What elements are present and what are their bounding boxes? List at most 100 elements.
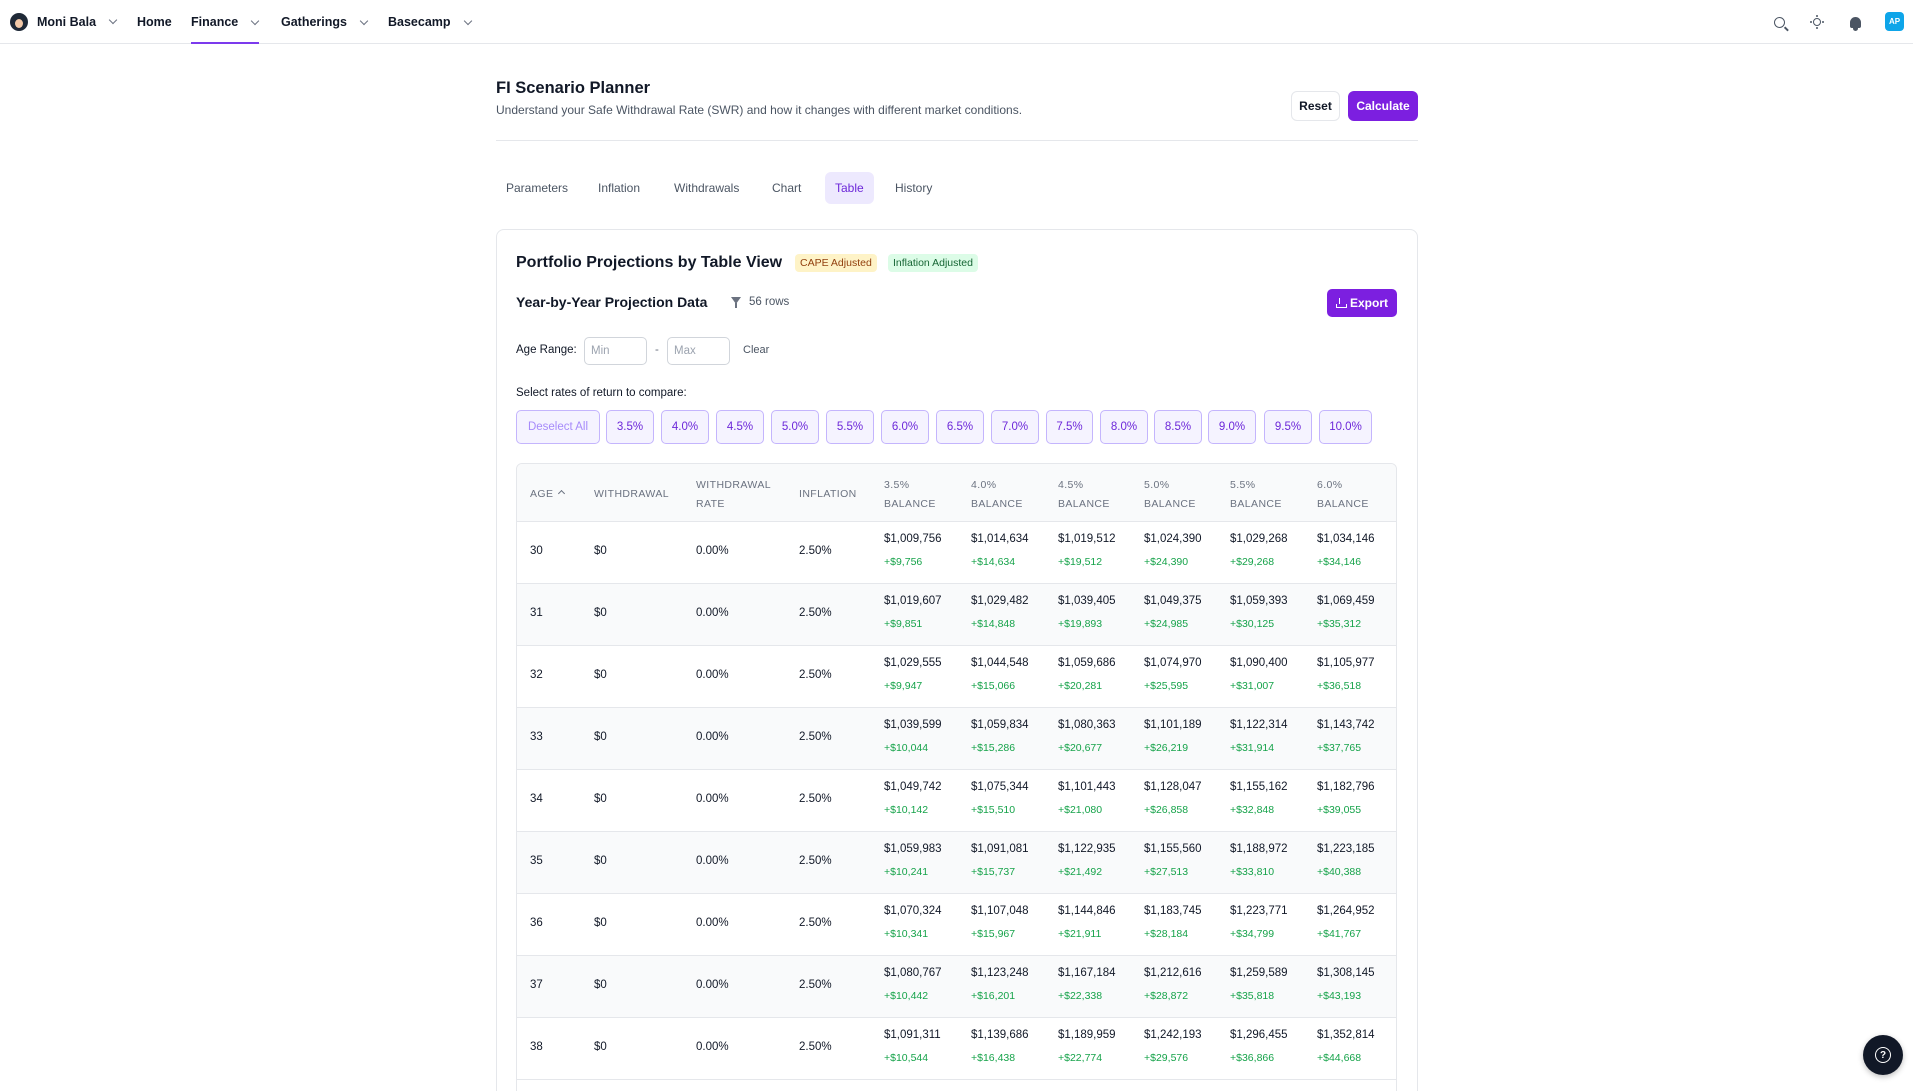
- withdrawal-cell: $0: [594, 545, 607, 557]
- tab-history[interactable]: History: [885, 172, 942, 204]
- balance-cell: $1,139,686: [971, 1029, 1029, 1041]
- tab-inflation[interactable]: Inflation: [588, 172, 650, 204]
- chevron-down-icon: [359, 16, 369, 25]
- inflation-cell: 2.50%: [799, 545, 832, 557]
- column-header-balance-4-0: 4.0% BALANCE: [971, 476, 1023, 514]
- age-cell: 37: [530, 979, 543, 991]
- withdrawal-cell: $0: [594, 979, 607, 991]
- balance-cell: $1,091,081: [971, 843, 1029, 855]
- column-header-balance-6-0: 6.0% BALANCE: [1317, 476, 1369, 514]
- balance-change: +$21,492: [1058, 866, 1103, 878]
- column-header-line: BALANCE: [1230, 498, 1282, 510]
- sun-icon: [1813, 18, 1821, 26]
- deselect-all-button[interactable]: Deselect All: [516, 410, 600, 444]
- column-header-line: BALANCE: [1144, 498, 1196, 510]
- balance-change: +$33,810: [1230, 866, 1275, 878]
- rate-toggle-4-0[interactable]: 4.0%: [661, 410, 709, 444]
- balance-cell: $1,308,145: [1317, 967, 1375, 979]
- balance-cell: $1,014,634: [971, 533, 1029, 545]
- balance-cell: $1,188,972: [1230, 843, 1288, 855]
- inflation-cell: 2.50%: [799, 917, 832, 929]
- balance-cell: $1,101,189: [1144, 719, 1202, 731]
- balance-cell: $1,059,983: [884, 843, 942, 855]
- help-button[interactable]: ?: [1863, 1035, 1903, 1075]
- rate-toggle-4-5[interactable]: 4.5%: [716, 410, 764, 444]
- column-header-line: BALANCE: [1317, 498, 1369, 510]
- rate-toggle-10-0[interactable]: 10.0%: [1319, 410, 1372, 444]
- balance-cell: $1,019,512: [1058, 533, 1116, 545]
- balance-change: +$44,668: [1317, 1052, 1362, 1064]
- rate-toggle-3-5[interactable]: 3.5%: [606, 410, 654, 444]
- rate-toggle-6-5[interactable]: 6.5%: [936, 410, 984, 444]
- age-min-input[interactable]: [584, 337, 647, 365]
- balance-change: +$21,080: [1058, 804, 1103, 816]
- rate-toggle-9-5[interactable]: 9.5%: [1264, 410, 1312, 444]
- tab-table[interactable]: Table: [825, 172, 874, 204]
- balance-change: +$32,848: [1230, 804, 1275, 816]
- export-button[interactable]: Export: [1327, 289, 1397, 317]
- balance-cell: $1,075,344: [971, 781, 1029, 793]
- balance-cell: $1,122,935: [1058, 843, 1116, 855]
- balance-cell: $1,167,184: [1058, 967, 1116, 979]
- withdrawal-cell: $0: [594, 731, 607, 743]
- tab-chart[interactable]: Chart: [762, 172, 811, 204]
- balance-cell: $1,059,834: [971, 719, 1029, 731]
- nav-item-gatherings[interactable]: Gatherings: [281, 0, 369, 44]
- nav-item-home[interactable]: Home: [137, 0, 172, 44]
- balance-cell: $1,223,771: [1230, 905, 1288, 917]
- column-header-withdrawal: WITHDRAWAL: [594, 488, 669, 500]
- balance-change: +$15,066: [971, 680, 1016, 692]
- column-header-age[interactable]: AGE: [530, 485, 566, 504]
- balance-cell: $1,105,977: [1317, 657, 1375, 669]
- tab-parameters[interactable]: Parameters: [496, 172, 578, 204]
- rate-toggle-6-0[interactable]: 6.0%: [881, 410, 929, 444]
- balance-cell: $1,264,952: [1317, 905, 1375, 917]
- reset-button[interactable]: Reset: [1291, 91, 1340, 121]
- user-avatar[interactable]: AP: [1885, 12, 1904, 31]
- table-row: 32 $0 0.00% 2.50% $1,029,555 +$9,947 $1,044,54…: [517, 646, 1396, 708]
- notifications-button[interactable]: [1846, 13, 1864, 31]
- rate-toggle-5-0[interactable]: 5.0%: [771, 410, 819, 444]
- page-title: FI Scenario Planner: [496, 79, 651, 97]
- balance-cell: $1,049,375: [1144, 595, 1202, 607]
- withdrawal-rate-cell: 0.00%: [696, 793, 729, 805]
- search-button[interactable]: [1770, 13, 1788, 31]
- nav-item-finance[interactable]: Finance: [191, 0, 260, 44]
- balance-cell: $1,143,742: [1317, 719, 1375, 731]
- column-header-line: BALANCE: [884, 498, 936, 510]
- rate-toggle-9-0[interactable]: 9.0%: [1208, 410, 1256, 444]
- balance-change: +$31,914: [1230, 742, 1275, 754]
- tab-withdrawals[interactable]: Withdrawals: [664, 172, 749, 204]
- user-name: Moni Bala: [37, 14, 97, 29]
- balance-change: +$25,595: [1144, 680, 1189, 692]
- withdrawal-rate-cell: 0.00%: [696, 669, 729, 681]
- balance-change: +$9,947: [884, 680, 923, 692]
- rate-toggle-7-0[interactable]: 7.0%: [991, 410, 1039, 444]
- balance-change: +$41,767: [1317, 928, 1362, 940]
- user-menu[interactable]: Moni Bala: [10, 12, 118, 31]
- age-range-label: Age Range:: [516, 344, 577, 356]
- balance-cell: $1,069,459: [1317, 595, 1375, 607]
- balance-change: +$29,576: [1144, 1052, 1189, 1064]
- column-header-balance-5-0: 5.0% BALANCE: [1144, 476, 1196, 514]
- column-header-balance-5-5: 5.5% BALANCE: [1230, 476, 1282, 514]
- balance-cell: $1,223,185: [1317, 843, 1375, 855]
- inflation-cell: 2.50%: [799, 793, 832, 805]
- rate-toggle-7-5[interactable]: 7.5%: [1046, 410, 1093, 444]
- balance-cell: $1,101,443: [1058, 781, 1116, 793]
- balance-cell: $1,019,607: [884, 595, 942, 607]
- rate-toggle-8-0[interactable]: 8.0%: [1100, 410, 1148, 444]
- balance-cell: $1,155,560: [1144, 843, 1202, 855]
- clear-button[interactable]: Clear: [743, 344, 769, 356]
- balance-change: +$24,985: [1144, 618, 1189, 630]
- rate-toggle-5-5[interactable]: 5.5%: [826, 410, 874, 444]
- balance-change: +$20,677: [1058, 742, 1103, 754]
- withdrawal-rate-cell: 0.00%: [696, 917, 729, 929]
- nav-item-basecamp[interactable]: Basecamp: [388, 0, 472, 44]
- theme-toggle[interactable]: [1808, 13, 1826, 31]
- calculate-button[interactable]: Calculate: [1348, 91, 1418, 121]
- rate-toggle-8-5[interactable]: 8.5%: [1154, 410, 1202, 444]
- balance-cell: $1,029,482: [971, 595, 1029, 607]
- age-max-input[interactable]: [667, 337, 730, 365]
- column-header-rate: 5.5%: [1230, 479, 1256, 491]
